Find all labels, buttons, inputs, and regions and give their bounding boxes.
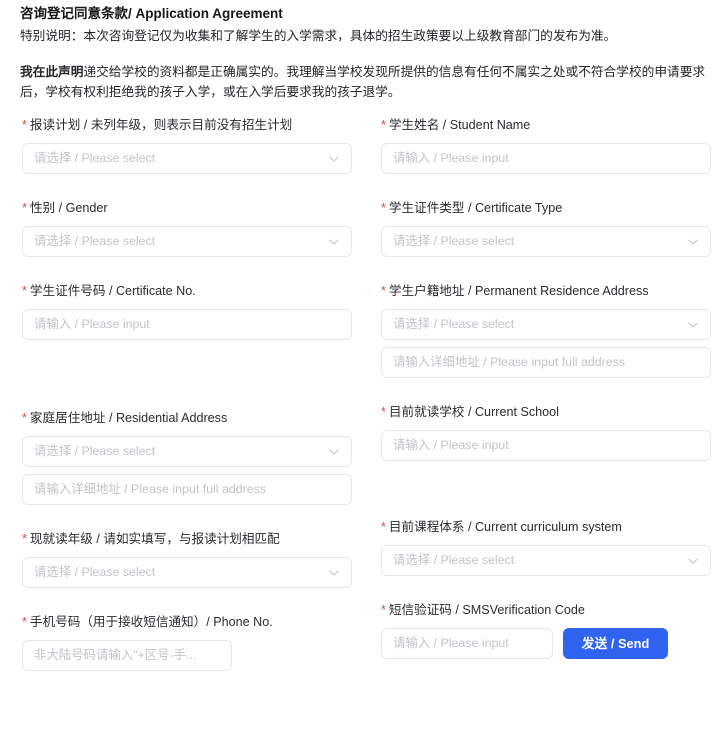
residential-address-placeholder: 请选择 / Please select [34,444,156,458]
label-sms-verification-code: * 短信验证码 / SMSVerification Code [381,601,711,619]
gender-select[interactable]: 请选择 / Please select [22,226,352,257]
field-current-curriculum-system: * 目前课程体系 / Current curriculum system 请选择 … [381,518,711,576]
chevron-down-icon [328,236,340,248]
current-grade-select[interactable]: 请选择 / Please select [22,557,352,588]
permanent-residence-address-detail-placeholder: 请输入详细地址 / Please input full address [393,355,626,369]
label-text: 现就读年级 / 请如实填写，与报读计划相匹配 [29,532,280,546]
permanent-residence-address-select[interactable]: 请选择 / Please select [381,309,711,340]
residential-address-select[interactable]: 请选择 / Please select [22,436,352,467]
required-asterisk: * [22,284,27,298]
phone-no-input[interactable]: 非大陆号码请输入"+区号-手... [22,640,232,671]
agreement-section: 咨询登记同意条款/ Application Agreement 特别说明：本次咨… [0,0,724,102]
current-school-placeholder: 请输入 / Please input [393,438,509,452]
gender-placeholder: 请选择 / Please select [34,234,156,248]
enrollment-plan-placeholder: 请选择 / Please select [34,151,156,165]
field-sms-verification-code: * 短信验证码 / SMSVerification Code 请输入 / Plea… [381,601,711,659]
declaration-emphasis: 我在此声明 [20,65,84,79]
field-student-name: * 学生姓名 / Student Name 请输入 / Please input [381,116,711,174]
field-permanent-residence-address: * 学生户籍地址 / Permanent Residence Address 请选… [381,282,711,378]
label-phone-no: * 手机号码（用于接收短信通知）/ Phone No. [22,613,352,631]
agreement-declaration: 我在此声明递交给学校的资料都是正确属实的。我理解当学校发现所提供的信息有任何不属… [20,62,710,102]
field-current-grade: * 现就读年级 / 请如实填写，与报读计划相匹配 请选择 / Please sel… [22,530,352,588]
sms-verification-code-input[interactable]: 请输入 / Please input [381,628,553,659]
student-name-input[interactable]: 请输入 / Please input [381,143,711,174]
send-sms-code-button[interactable]: 发送 / Send [563,628,668,659]
form-column-left: * 报读计划 / 未列年级，则表示目前没有招生计划 请选择 / Please se… [22,116,352,671]
certificate-no-placeholder: 请输入 / Please input [34,317,150,331]
label-text: 学生证件号码 / Certificate No. [29,284,196,298]
chevron-down-icon [328,153,340,165]
label-residential-address: * 家庭居住地址 / Residential Address [22,409,352,427]
student-name-placeholder: 请输入 / Please input [393,151,509,165]
certificate-type-placeholder: 请选择 / Please select [393,234,515,248]
label-text: 学生证件类型 / Certificate Type [388,201,563,215]
label-current-school: * 目前就读学校 / Current School [381,403,711,421]
label-current-curriculum-system: * 目前课程体系 / Current curriculum system [381,518,711,536]
chevron-down-icon [687,319,699,331]
field-residential-address: * 家庭居住地址 / Residential Address 请选择 / Plea… [22,409,352,505]
residential-address-detail-input[interactable]: 请输入详细地址 / Please input full address [22,474,352,505]
field-certificate-no: * 学生证件号码 / Certificate No. 请输入 / Please i… [22,282,352,340]
certificate-type-select[interactable]: 请选择 / Please select [381,226,711,257]
label-text: 报读计划 / 未列年级，则表示目前没有招生计划 [29,118,293,132]
current-school-input[interactable]: 请输入 / Please input [381,430,711,461]
current-curriculum-system-select[interactable]: 请选择 / Please select [381,545,711,576]
current-curriculum-system-placeholder: 请选择 / Please select [393,553,515,567]
phone-no-placeholder: 非大陆号码请输入"+区号-手... [34,648,197,662]
label-text: 性别 / Gender [29,201,108,215]
label-enrollment-plan: * 报读计划 / 未列年级，则表示目前没有招生计划 [22,116,352,134]
enrollment-plan-select[interactable]: 请选择 / Please select [22,143,352,174]
sms-verification-code-placeholder: 请输入 / Please input [393,636,509,650]
label-text: 短信验证码 / SMSVerification Code [388,603,585,617]
residential-address-detail-placeholder: 请输入详细地址 / Please input full address [34,482,267,496]
label-gender: * 性别 / Gender [22,199,352,217]
required-asterisk: * [381,118,386,132]
required-asterisk: * [381,603,386,617]
required-asterisk: * [22,201,27,215]
label-text: 目前就读学校 / Current School [388,405,559,419]
required-asterisk: * [22,615,27,629]
sms-verification-row: 请输入 / Please input 发送 / Send [381,628,711,659]
chevron-down-icon [328,567,340,579]
required-asterisk: * [381,284,386,298]
label-permanent-residence-address: * 学生户籍地址 / Permanent Residence Address [381,282,711,300]
field-phone-no: * 手机号码（用于接收短信通知）/ Phone No. 非大陆号码请输入"+区号-… [22,613,352,671]
required-asterisk: * [22,118,27,132]
label-text: 手机号码（用于接收短信通知）/ Phone No. [29,615,273,629]
label-student-name: * 学生姓名 / Student Name [381,116,711,134]
label-certificate-type: * 学生证件类型 / Certificate Type [381,199,711,217]
chevron-down-icon [328,446,340,458]
required-asterisk: * [381,405,386,419]
chevron-down-icon [687,555,699,567]
required-asterisk: * [381,520,386,534]
form-column-right: * 学生姓名 / Student Name 请输入 / Please input … [381,116,711,659]
label-text: 学生户籍地址 / Permanent Residence Address [388,284,649,298]
field-current-school: * 目前就读学校 / Current School 请输入 / Please in… [381,403,711,461]
required-asterisk: * [381,201,386,215]
application-agreement-form-page: 咨询登记同意条款/ Application Agreement 特别说明：本次咨… [0,0,724,732]
field-enrollment-plan: * 报读计划 / 未列年级，则表示目前没有招生计划 请选择 / Please se… [22,116,352,174]
declaration-body: 递交给学校的资料都是正确属实的。我理解当学校发现所提供的信息有任何不属实之处或不… [20,65,706,99]
page-title: 咨询登记同意条款/ Application Agreement [20,6,283,21]
current-grade-placeholder: 请选择 / Please select [34,565,156,579]
permanent-residence-address-placeholder: 请选择 / Please select [393,317,515,331]
certificate-no-input[interactable]: 请输入 / Please input [22,309,352,340]
label-current-grade: * 现就读年级 / 请如实填写，与报读计划相匹配 [22,530,352,548]
chevron-down-icon [687,236,699,248]
required-asterisk: * [22,411,27,425]
agreement-special-note: 特别说明：本次咨询登记仅为收集和了解学生的入学需求，具体的招生政策要以上级教育部… [20,29,617,43]
permanent-residence-address-detail-input[interactable]: 请输入详细地址 / Please input full address [381,347,711,378]
required-asterisk: * [22,532,27,546]
label-text: 家庭居住地址 / Residential Address [29,411,228,425]
label-text: 目前课程体系 / Current curriculum system [388,520,622,534]
field-gender: * 性别 / Gender 请选择 / Please select [22,199,352,257]
field-certificate-type: * 学生证件类型 / Certificate Type 请选择 / Please … [381,199,711,257]
label-certificate-no: * 学生证件号码 / Certificate No. [22,282,352,300]
label-text: 学生姓名 / Student Name [388,118,531,132]
